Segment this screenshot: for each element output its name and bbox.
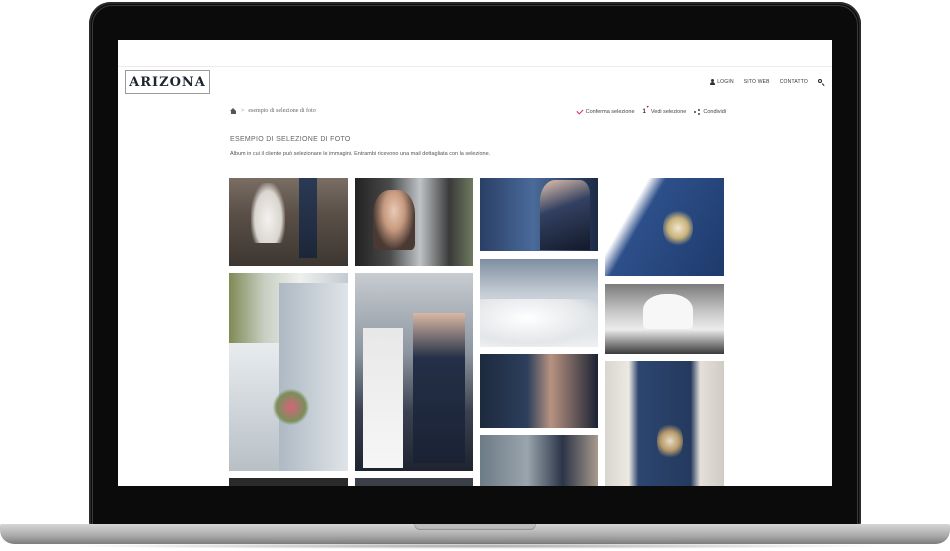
photo-tile[interactable] [480,259,598,347]
nav-sito-web-label: SITO WEB [743,79,770,85]
photo-tile[interactable] [229,178,348,266]
photo-tile[interactable] [480,435,598,486]
selection-actions: Conferma selezione 1 ♥ Vedi selezione Con… [576,104,726,115]
page-title: ESEMPIO DI SELEZIONE DI FOTO [230,136,351,143]
search-icon [818,79,824,85]
photo-tile[interactable] [355,478,473,486]
photo-tile[interactable] [480,178,598,251]
view-selection-label: Vedi selezione [650,109,687,115]
confirm-selection-label: Conferma selezione [585,109,635,115]
check-icon [576,107,584,115]
laptop-shadow [60,543,890,549]
share-label: Condividi [703,109,726,115]
selection-count: 1 [642,109,646,115]
main-nav: LOGIN SITO WEB CONTATTO [710,79,824,85]
browser-screen: ARIZONA LOGIN SITO WEB CONTATTO > esempi… [118,40,832,486]
nav-sito-web[interactable]: SITO WEB [744,79,770,85]
photo-tile[interactable] [355,178,473,266]
user-icon [710,79,716,85]
nav-contatto[interactable]: CONTATTO [780,79,808,85]
laptop-notch [414,524,536,530]
photo-tile[interactable] [605,284,724,354]
confirm-selection-button[interactable]: Conferma selezione [576,107,635,115]
home-icon[interactable] [230,108,237,114]
photo-tile[interactable] [480,354,598,428]
nav-login-label: LOGIN [717,79,734,85]
photo-tile[interactable] [355,273,473,471]
photo-tile[interactable] [605,361,724,486]
photo-tile[interactable] [229,478,348,486]
laptop-base [0,524,950,544]
nav-contatto-label: CONTATTO [779,79,808,85]
photo-tile[interactable] [605,178,724,276]
nav-login[interactable]: LOGIN [710,79,734,85]
photo-tile[interactable] [229,273,348,471]
breadcrumb: > esempio di selezione di foto [230,108,316,114]
view-selection-button[interactable]: 1 ♥ Vedi selezione [642,104,687,115]
heart-icon: ♥ [646,104,649,109]
page-description: Album in cui il cliente può selezionare … [230,151,491,157]
share-icon [694,109,701,115]
breadcrumb-current: esempio di selezione di foto [248,108,316,114]
site-logo[interactable]: ARIZONA [125,70,210,94]
logo-text: ARIZONA [129,74,206,90]
top-bar [118,40,832,67]
selection-count-badge: 1 ♥ [642,104,649,115]
search-button[interactable] [818,79,824,85]
share-button[interactable]: Condividi [694,109,726,115]
breadcrumb-separator: > [241,108,245,114]
